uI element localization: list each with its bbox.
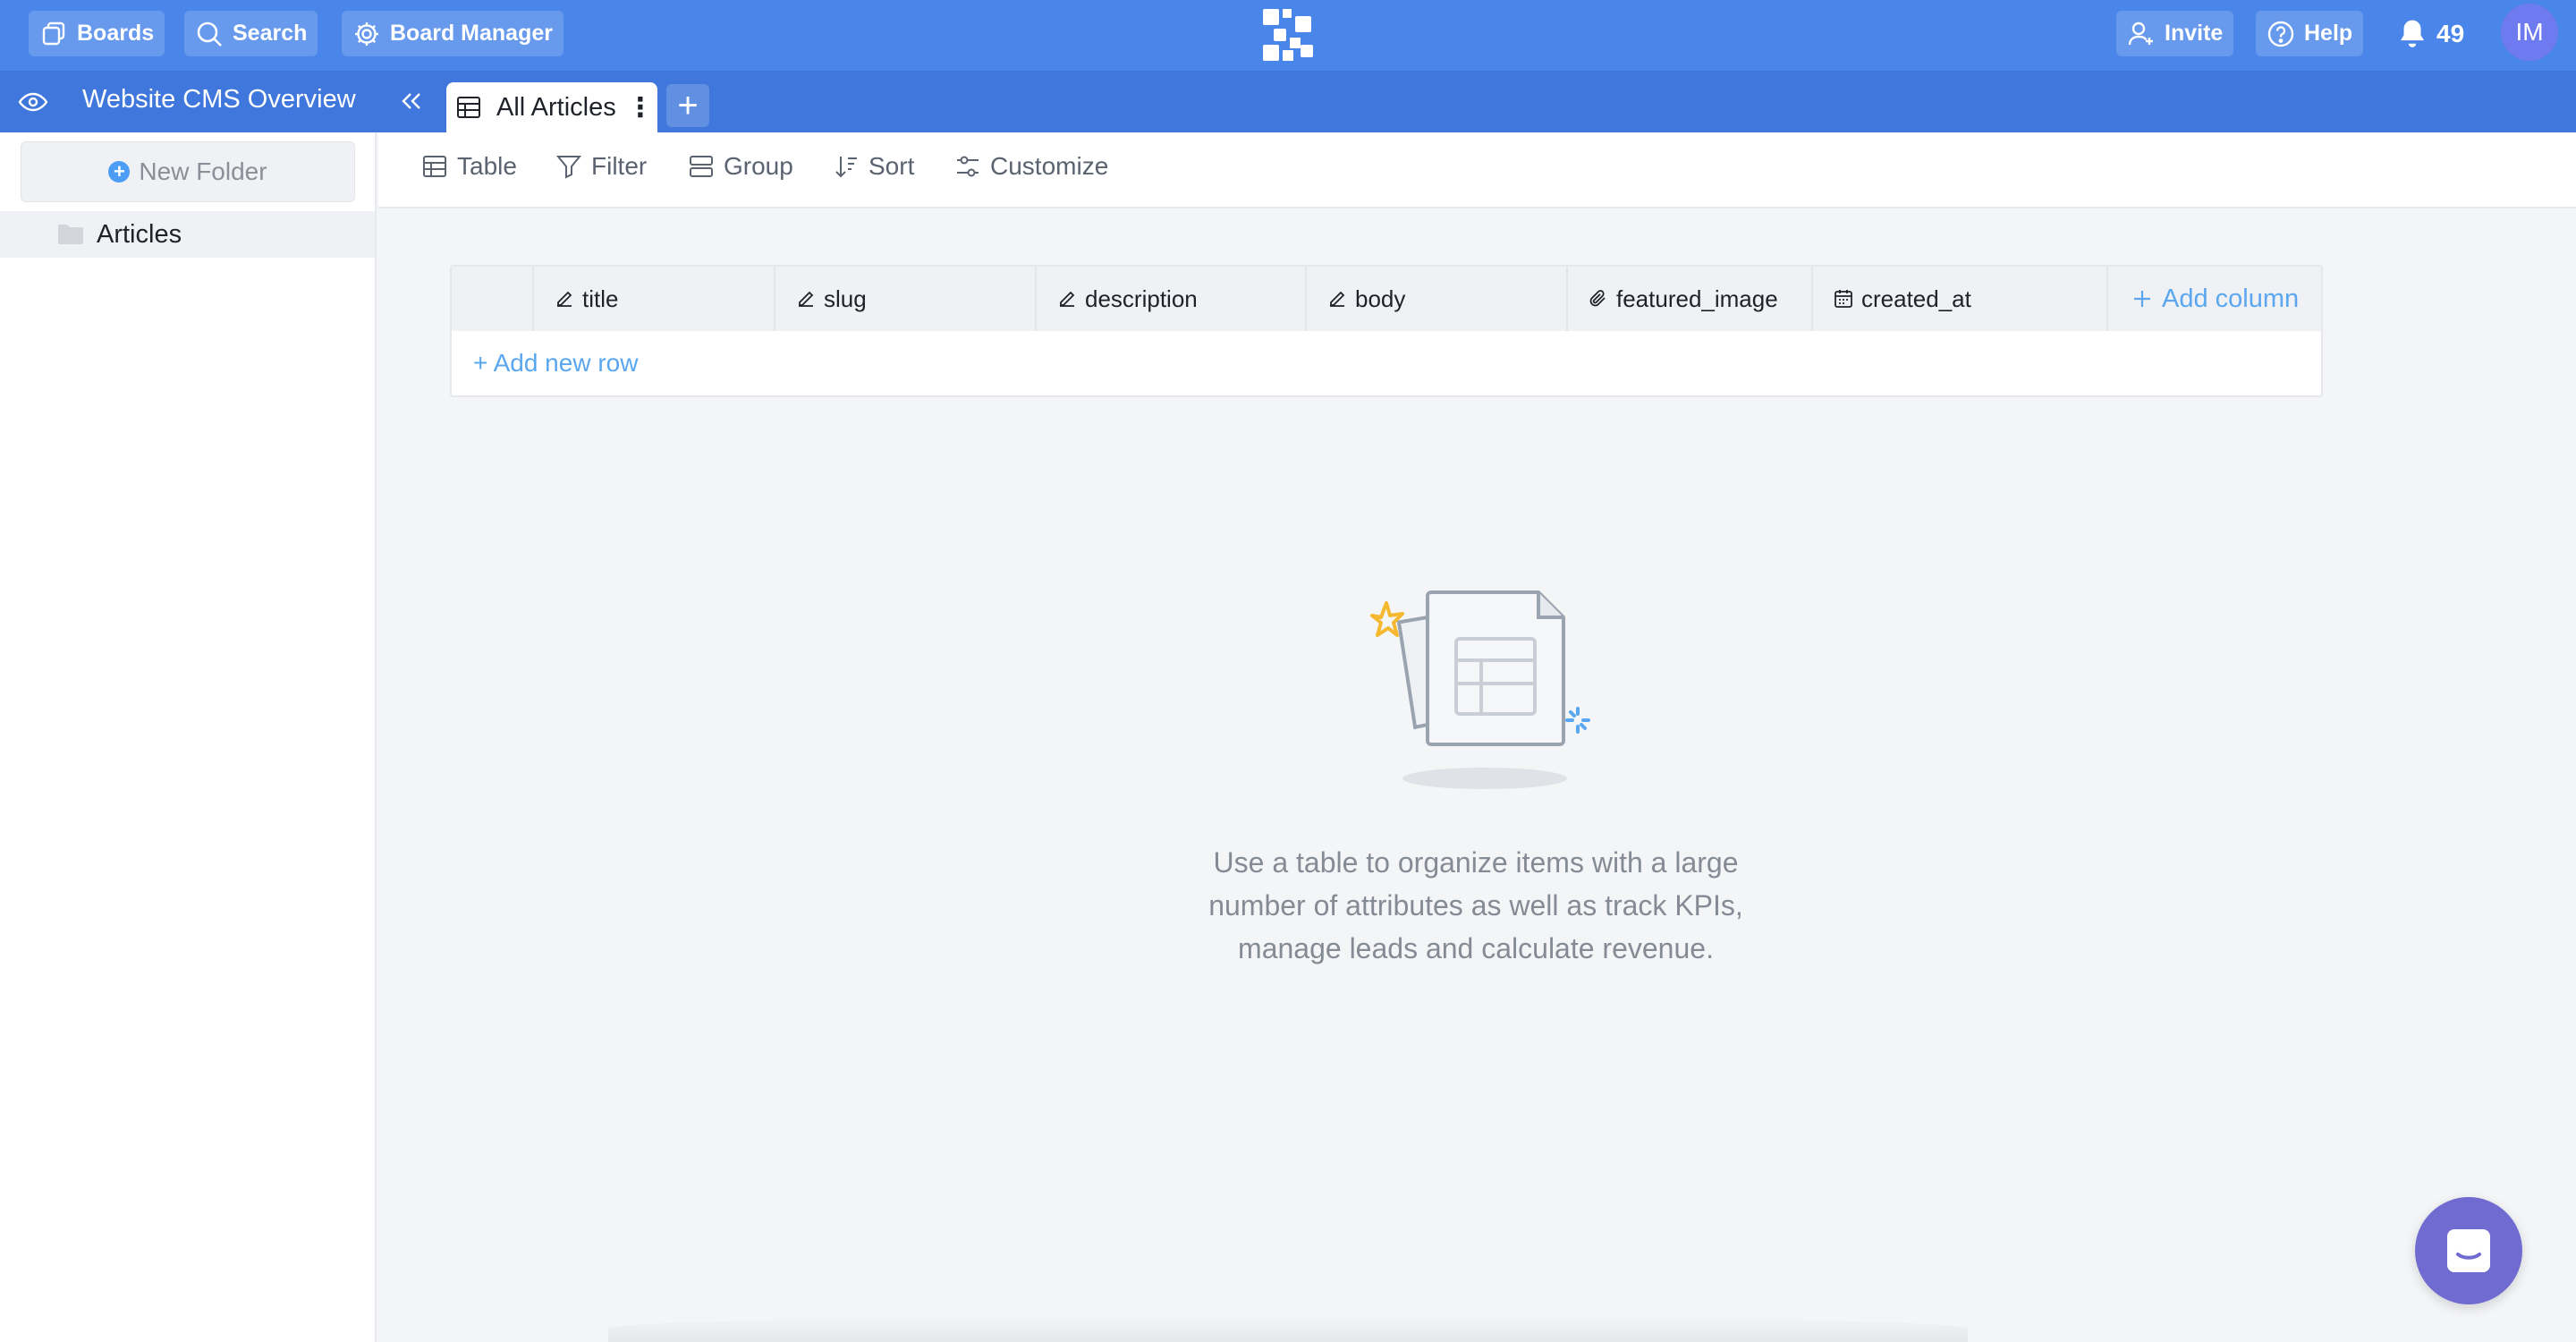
customize-button[interactable]: Customize xyxy=(954,152,1108,181)
group-button[interactable]: Group xyxy=(688,152,793,181)
table-icon xyxy=(423,156,446,177)
paperclip-icon xyxy=(1589,290,1606,307)
new-folder-label: New Folder xyxy=(139,157,267,185)
search-label: Search xyxy=(233,21,308,46)
column-header-featured-image[interactable]: featured_image xyxy=(1566,267,1811,331)
table-label: Table xyxy=(457,152,517,180)
board-manager-button[interactable]: Board Manager xyxy=(342,11,564,56)
chat-icon xyxy=(2447,1229,2490,1272)
group-label: Group xyxy=(724,152,793,180)
invite-label: Invite xyxy=(2165,21,2224,46)
calendar-icon xyxy=(1835,290,1852,308)
add-user-icon xyxy=(2128,21,2153,45)
column-label: title xyxy=(582,285,619,312)
group-icon xyxy=(690,156,713,177)
boards-icon xyxy=(42,21,65,45)
app-logo[interactable] xyxy=(1263,9,1315,61)
table-icon xyxy=(457,97,480,118)
help-button[interactable]: Help xyxy=(2256,11,2364,56)
new-folder-button[interactable]: + New Folder xyxy=(21,141,355,202)
column-header-title[interactable]: title xyxy=(532,267,774,331)
add-column-label: Add column xyxy=(2162,284,2300,313)
search-icon xyxy=(197,21,222,47)
collapse-sidebar-icon[interactable] xyxy=(397,87,426,115)
column-label: description xyxy=(1085,285,1198,312)
empty-state-message: Use a table to organize items with a lar… xyxy=(1208,846,1743,964)
sort-button[interactable]: Sort xyxy=(833,152,914,181)
empty-table-illustration xyxy=(1370,590,1590,789)
notifications-count: 49 xyxy=(2436,19,2465,47)
tab-all-articles[interactable]: All Articles ⋮ xyxy=(446,82,657,132)
column-header-description[interactable]: description xyxy=(1035,267,1305,331)
help-label: Help xyxy=(2304,21,2353,46)
data-table: title slug description body featured_ima… xyxy=(450,265,2323,397)
bell-icon xyxy=(2400,20,2425,47)
customize-label: Customize xyxy=(990,152,1109,180)
board-title[interactable]: Website CMS Overview xyxy=(82,85,356,115)
filter-label: Filter xyxy=(591,152,648,180)
eye-icon[interactable] xyxy=(18,89,48,115)
sidebar-item-label: Articles xyxy=(97,219,182,249)
sidebar-item-articles[interactable]: Articles xyxy=(0,211,375,258)
chat-launcher-button[interactable] xyxy=(2415,1197,2522,1304)
column-header-slug[interactable]: slug xyxy=(774,267,1035,331)
column-label: created_at xyxy=(1861,285,1971,312)
filter-icon xyxy=(555,156,582,179)
pencil-icon xyxy=(799,291,814,307)
column-label: featured_image xyxy=(1616,285,1778,312)
sort-icon xyxy=(835,157,857,178)
add-column-button[interactable]: Add column xyxy=(2106,267,2321,331)
plus-icon xyxy=(2134,291,2150,307)
plus-circle-icon: + xyxy=(108,160,131,183)
column-header-body[interactable]: body xyxy=(1305,267,1566,331)
tab-menu-icon[interactable]: ⋮ xyxy=(627,92,654,123)
tab-label: All Articles xyxy=(496,92,616,122)
bottom-shadow xyxy=(608,1315,1968,1342)
add-row-button[interactable]: + Add new row xyxy=(473,349,638,378)
pencil-icon xyxy=(557,291,572,307)
boards-label: Boards xyxy=(77,21,155,46)
notifications-button[interactable]: 49 xyxy=(2390,11,2470,56)
table-header: title slug description body featured_ima… xyxy=(452,267,2321,331)
sort-label: Sort xyxy=(869,152,915,180)
column-label: body xyxy=(1355,285,1406,312)
column-header-created-at[interactable]: created_at xyxy=(1811,267,2106,331)
add-tab-button[interactable]: + xyxy=(666,84,709,127)
top-bar: Boards Search Board Manager Invite Help … xyxy=(0,0,2576,71)
search-button[interactable]: Search xyxy=(184,11,318,56)
boards-button[interactable]: Boards xyxy=(29,11,165,56)
folder-icon xyxy=(58,225,83,244)
avatar[interactable]: IM xyxy=(2501,4,2558,61)
filter-button[interactable]: Filter xyxy=(555,152,647,181)
table-view-button[interactable]: Table xyxy=(421,152,517,181)
sliders-icon xyxy=(957,156,979,177)
pencil-icon xyxy=(1330,291,1345,307)
invite-button[interactable]: Invite xyxy=(2116,11,2234,56)
sidebar: + New Folder Articles xyxy=(0,132,377,1342)
help-icon xyxy=(2267,21,2294,47)
board-tabs-bar: Website CMS Overview All Articles ⋮ + xyxy=(0,71,2576,132)
view-toolbar: Table Filter Group Sort Customize xyxy=(378,132,2576,208)
pencil-icon xyxy=(1060,291,1075,307)
column-label: slug xyxy=(824,285,867,312)
gear-icon xyxy=(355,21,378,46)
board-manager-label: Board Manager xyxy=(390,21,553,46)
